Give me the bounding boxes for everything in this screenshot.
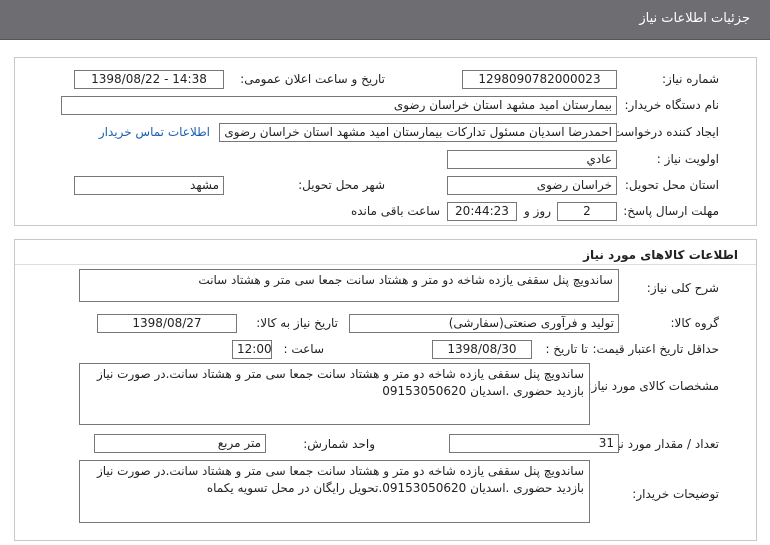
deadline-days-field: 2 — [557, 202, 617, 221]
section-divider — [15, 264, 756, 265]
goods-section-title: اطلاعات کالاهای مورد نیاز — [583, 248, 738, 262]
specs-label: مشخصات کالای مورد نیاز: — [587, 379, 719, 393]
validity-label: حداقل تاریخ اعتبار قیمت: — [592, 342, 719, 356]
need-number-field: 1298090782000023 — [462, 70, 617, 89]
buyer-desc-label: توضیحات خریدار: — [632, 487, 719, 501]
days-label: روز و — [524, 204, 551, 218]
deadline-time-field: 20:44:23 — [447, 202, 517, 221]
deadline-label: مهلت ارسال پاسخ: — [623, 204, 719, 218]
goods-info-panel: اطلاعات کالاهای مورد نیاز شرح کلی نیاز: … — [14, 239, 757, 541]
page-header: جزئیات اطلاعات نیاز — [0, 0, 770, 40]
until-date-label: تا تاریخ : — [545, 342, 588, 356]
buyer-desc-field: ساندویچ پنل سقفی یازده شاخه دو متر و هشت… — [79, 460, 590, 523]
group-field: تولید و فرآوری صنعتی(سفارشی) — [349, 314, 619, 333]
need-number-label: شماره نیاز: — [662, 72, 719, 86]
unit-field: متر مربع — [94, 434, 266, 453]
city-field: مشهد — [74, 176, 224, 195]
time-label: ساعت : — [283, 342, 324, 356]
need-date-field: 1398/08/27 — [97, 314, 237, 333]
city-label: شهر محل تحویل: — [298, 178, 385, 192]
announce-date-field: 1398/08/22 - 14:38 — [74, 70, 224, 89]
qty-field: 31 — [449, 434, 619, 453]
province-label: استان محل تحویل: — [624, 178, 719, 192]
general-info-panel: شماره نیاز: 1298090782000023 تاریخ و ساع… — [14, 57, 757, 226]
need-date-label: تاریخ نیاز به کالا: — [256, 316, 338, 330]
creator-field: احمدرضا اسدیان مسئول تدارکات بیمارستان ا… — [219, 123, 617, 142]
announce-label: تاریخ و ساعت اعلان عمومی: — [240, 72, 385, 86]
summary-field: ساندویچ پنل سقفی یازده شاخه دو متر و هشت… — [79, 269, 619, 302]
buyer-contact-link[interactable]: اطلاعات تماس خریدار — [99, 125, 210, 139]
creator-label: ایجاد کننده درخواست: — [608, 125, 719, 139]
buyer-field: بیمارستان امید مشهد استان خراسان رضوی — [61, 96, 617, 115]
until-date-field: 1398/08/30 — [432, 340, 532, 359]
priority-field: عادي — [447, 150, 617, 169]
group-label: گروه کالا: — [670, 316, 720, 330]
page-title: جزئیات اطلاعات نیاز — [639, 11, 750, 26]
unit-label: واحد شمارش: — [303, 437, 375, 451]
province-field: خراسان رضوی — [447, 176, 617, 195]
priority-label: اولویت نیاز : — [656, 152, 719, 166]
buyer-label: نام دستگاه خریدار: — [624, 98, 720, 112]
summary-label: شرح کلی نیاز: — [646, 281, 719, 295]
remaining-label: ساعت باقی مانده — [350, 204, 440, 218]
specs-field: ساندویچ پنل سقفی یازده شاخه دو متر و هشت… — [79, 363, 590, 425]
time-field: 12:00 — [232, 340, 272, 359]
qty-label: تعداد / مقدار مورد نیاز: — [603, 437, 719, 451]
